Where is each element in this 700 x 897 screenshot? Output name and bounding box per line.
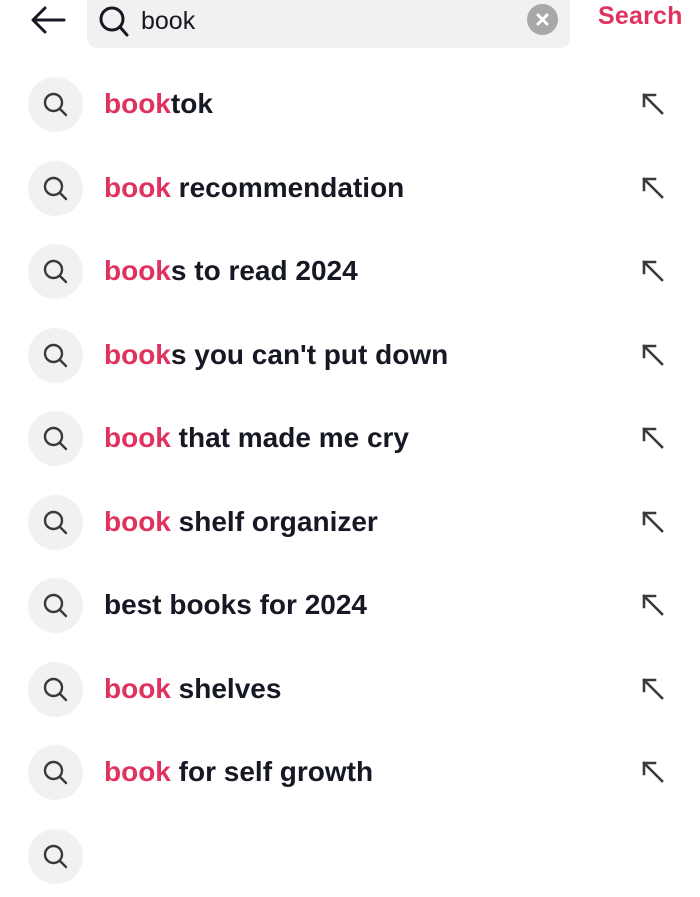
suggestion-item[interactable]: book shelves: [0, 647, 700, 731]
suggestion-match-text: book: [104, 172, 171, 203]
fill-query-arrow-icon: [640, 342, 668, 370]
fill-query-button[interactable]: [640, 509, 668, 537]
search-icon: [42, 425, 69, 452]
fill-query-button[interactable]: [640, 759, 668, 787]
suggestion-item[interactable]: books you can't put down: [0, 313, 700, 397]
fill-query-arrow-icon: [640, 676, 668, 704]
search-icon: [42, 175, 69, 202]
fill-query-arrow-icon: [640, 425, 668, 453]
suggestion-label: book that made me cry: [104, 422, 409, 454]
suggestion-rest-text: s you can't put down: [171, 339, 448, 370]
suggestion-item[interactable]: booktok: [0, 62, 700, 146]
suggestion-label: booktok: [104, 88, 213, 120]
suggestion-rest-text: that made me cry: [171, 422, 409, 453]
fill-query-arrow-icon: [640, 759, 668, 787]
suggestion-match-text: book: [104, 339, 171, 370]
search-input[interactable]: [141, 6, 511, 36]
search-icon: [42, 759, 69, 786]
suggestion-icon-chip: [28, 578, 83, 633]
suggestion-item[interactable]: book for self growth: [0, 730, 700, 814]
suggestion-icon-chip: [28, 495, 83, 550]
suggestion-rest-text: tok: [171, 88, 213, 119]
suggestion-icon-chip: [28, 745, 83, 800]
suggestion-icon-chip: [28, 244, 83, 299]
search-icon: [42, 342, 69, 369]
suggestion-item[interactable]: best books for 2024: [0, 563, 700, 647]
search-button[interactable]: Search: [598, 2, 683, 31]
suggestion-icon-chip: [28, 662, 83, 717]
suggestion-item[interactable]: [0, 814, 700, 897]
suggestion-label: best books for 2024: [104, 589, 367, 621]
fill-query-arrow-icon: [640, 509, 668, 537]
fill-query-button[interactable]: [640, 175, 668, 203]
fill-query-button[interactable]: [640, 258, 668, 286]
fill-query-arrow-icon: [640, 592, 668, 620]
search-field[interactable]: [87, 0, 570, 48]
suggestion-icon-chip: [28, 328, 83, 383]
fill-query-button[interactable]: [640, 342, 668, 370]
fill-query-button[interactable]: [640, 425, 668, 453]
suggestion-label: books to read 2024: [104, 255, 358, 287]
search-icon: [42, 676, 69, 703]
fill-query-arrow-icon: [640, 91, 668, 119]
fill-query-button[interactable]: [640, 592, 668, 620]
arrow-left-icon: [28, 2, 68, 38]
suggestion-match-text: book: [104, 255, 171, 286]
suggestion-rest-text: for self growth: [171, 756, 373, 787]
search-icon: [97, 4, 131, 38]
suggestion-item[interactable]: book that made me cry: [0, 396, 700, 480]
suggestion-icon-chip: [28, 411, 83, 466]
fill-query-button[interactable]: [640, 676, 668, 704]
search-icon: [42, 258, 69, 285]
suggestion-match-text: book: [104, 756, 171, 787]
suggestion-rest-text: s to read 2024: [171, 255, 358, 286]
search-icon: [42, 91, 69, 118]
suggestion-label: book for self growth: [104, 756, 373, 788]
suggestion-rest-text: shelves: [171, 673, 282, 704]
suggestion-item[interactable]: book recommendation: [0, 146, 700, 230]
suggestion-rest-text: recommendation: [171, 172, 404, 203]
suggestion-item[interactable]: books to read 2024: [0, 229, 700, 313]
suggestion-icon-chip: [28, 161, 83, 216]
clear-search-button[interactable]: [527, 4, 558, 35]
suggestion-label: book recommendation: [104, 172, 404, 204]
suggestion-rest-text: shelf organizer: [171, 506, 378, 537]
suggestion-rest-text: best books for 2024: [104, 589, 367, 620]
suggestion-match-text: book: [104, 506, 171, 537]
suggestion-label: books you can't put down: [104, 339, 448, 371]
suggestion-item[interactable]: book shelf organizer: [0, 480, 700, 564]
suggestion-label: book shelf organizer: [104, 506, 378, 538]
suggestion-match-text: book: [104, 88, 171, 119]
suggestion-match-text: book: [104, 673, 171, 704]
search-icon: [42, 843, 69, 870]
suggestion-icon-chip: [28, 77, 83, 132]
search-icon: [42, 592, 69, 619]
search-icon: [42, 509, 69, 536]
fill-query-arrow-icon: [640, 258, 668, 286]
fill-query-arrow-icon: [640, 175, 668, 203]
suggestion-match-text: book: [104, 422, 171, 453]
search-header: Search: [0, 0, 700, 50]
back-button[interactable]: [28, 2, 68, 38]
suggestion-icon-chip: [28, 829, 83, 884]
suggestion-list: booktokbook recommendationbooks to read …: [0, 62, 700, 897]
fill-query-button[interactable]: [640, 91, 668, 119]
suggestion-label: book shelves: [104, 673, 281, 705]
clear-x-icon: [527, 4, 558, 35]
